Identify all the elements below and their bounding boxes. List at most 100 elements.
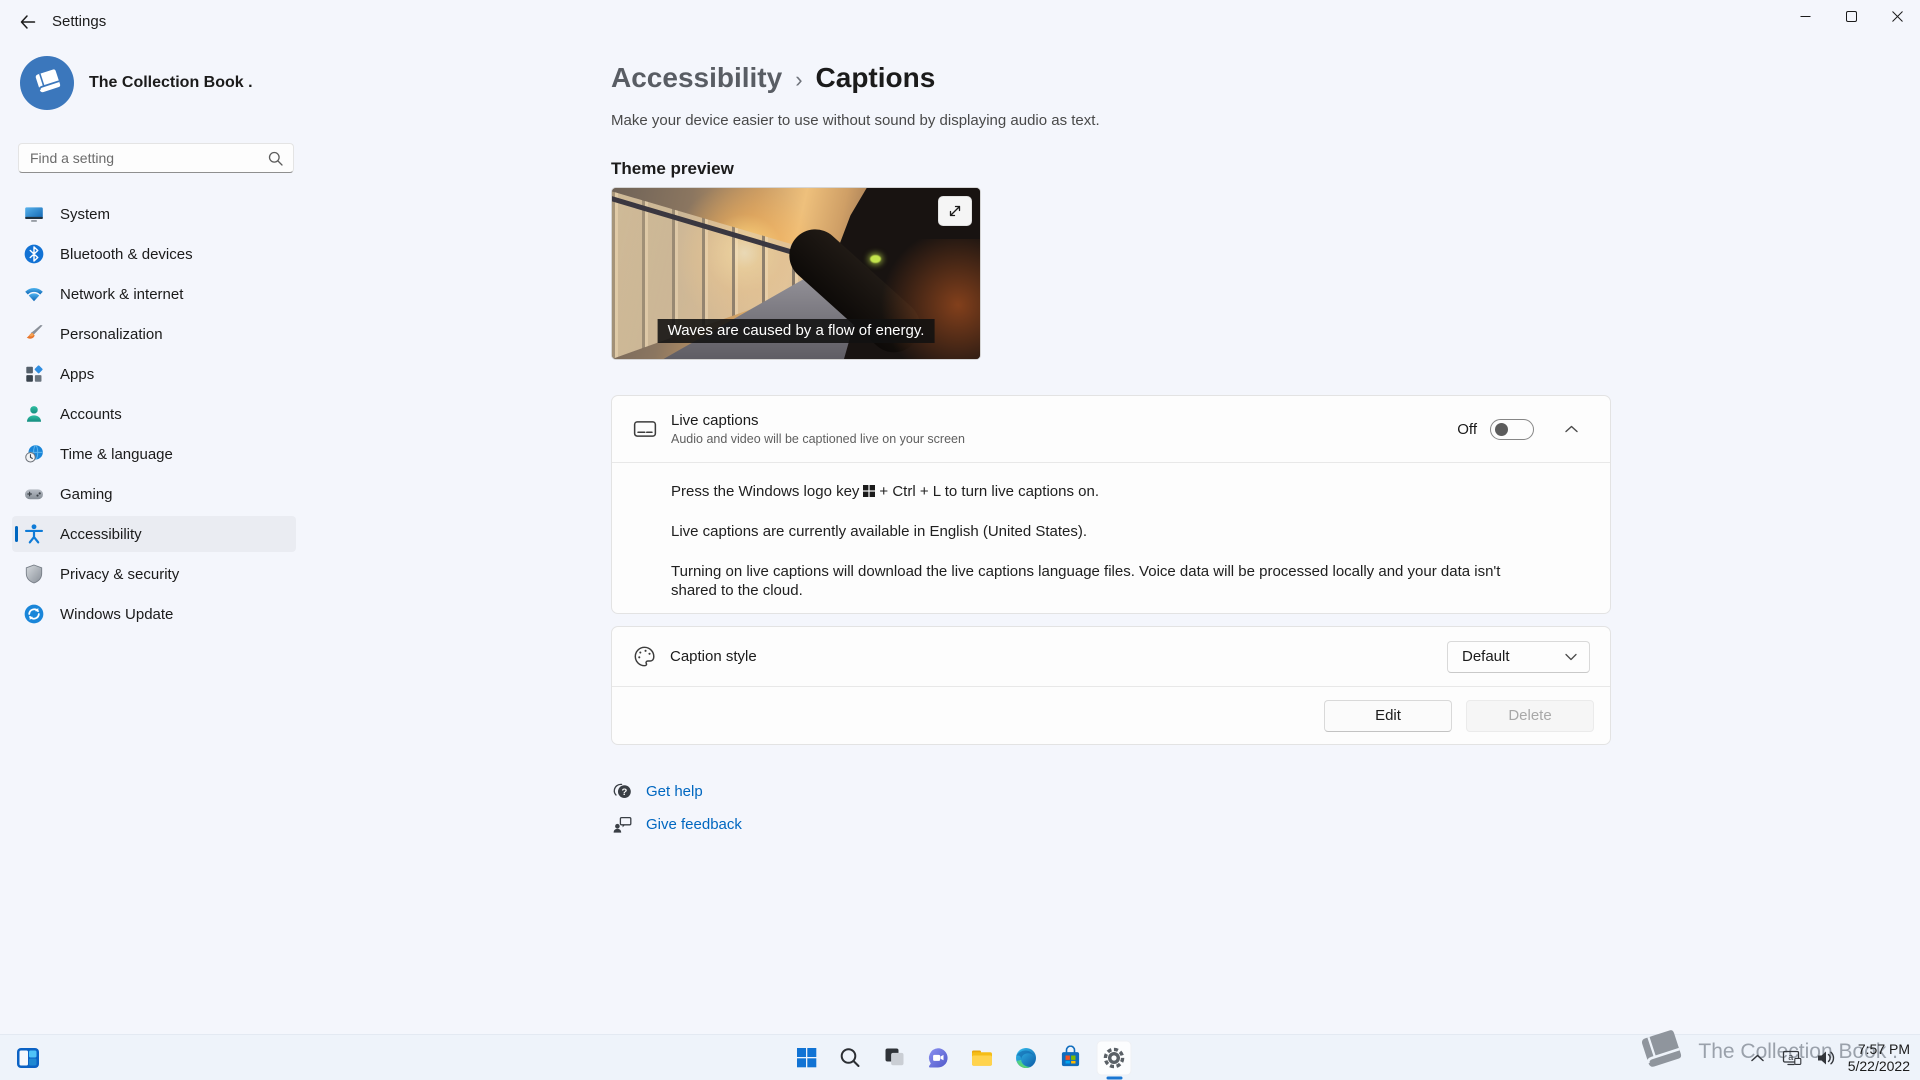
delete-button[interactable]: Delete — [1466, 700, 1594, 732]
start-icon — [794, 1046, 818, 1070]
sidebar-item-label: Apps — [60, 366, 94, 383]
tray-language-button[interactable]: a — [1780, 1044, 1804, 1072]
taskbar-center — [789, 1040, 1132, 1075]
expand-icon — [948, 204, 962, 218]
titlebar: Settings — [0, 0, 1920, 48]
live-captions-card: Live captions Audio and video will be ca… — [611, 395, 1611, 614]
sidebar-item-label: Gaming — [60, 486, 113, 503]
taskbar-clock[interactable]: 7:57 PM 5/22/2022 — [1848, 1041, 1910, 1075]
language-ime-icon: a — [1782, 1048, 1802, 1068]
chevron-down-icon — [1565, 653, 1577, 661]
sidebar-item-label: System — [60, 206, 110, 223]
sidebar-item-accounts[interactable]: Accounts — [12, 396, 296, 432]
apps-icon — [22, 362, 46, 386]
sidebar-item-network-internet[interactable]: Network & internet — [12, 276, 296, 312]
give-feedback-label: Give feedback — [646, 816, 742, 833]
give-feedback-icon — [611, 814, 633, 835]
search-box — [18, 143, 294, 173]
bluetooth-icon — [22, 242, 46, 266]
preview-lens-flare — [870, 255, 881, 263]
sidebar-item-label: Accessibility — [60, 526, 142, 543]
live-captions-titles: Live captions Audio and video will be ca… — [671, 412, 965, 446]
sidebar-item-system[interactable]: System — [12, 196, 296, 232]
back-arrow-icon — [19, 14, 36, 30]
sidebar-item-windows-update[interactable]: Windows Update — [12, 596, 296, 632]
language-info-text: Live captions are currently available in… — [671, 522, 1530, 541]
settings-gear-icon — [1102, 1045, 1127, 1070]
chat-icon — [926, 1045, 951, 1070]
speaker-icon — [1816, 1049, 1836, 1067]
windows-update-icon — [22, 602, 46, 626]
windows-logo-icon — [863, 485, 875, 497]
maximize-button[interactable] — [1828, 0, 1874, 32]
close-button[interactable] — [1874, 0, 1920, 32]
sidebar-item-label: Time & language — [60, 446, 173, 463]
microsoft-store-button[interactable] — [1053, 1040, 1088, 1075]
avatar — [20, 56, 74, 110]
edit-button[interactable]: Edit — [1324, 700, 1452, 732]
close-icon — [1892, 11, 1903, 22]
tray-chevron-button[interactable] — [1746, 1044, 1770, 1072]
taskbar-search-icon — [839, 1046, 862, 1069]
ime-letter: a — [1788, 1052, 1793, 1062]
settings-taskbar-button[interactable] — [1097, 1040, 1132, 1075]
toggle-knob — [1495, 423, 1508, 436]
sidebar-item-apps[interactable]: Apps — [12, 356, 296, 392]
get-help-label: Get help — [646, 783, 703, 800]
back-button[interactable] — [10, 7, 44, 37]
minimize-button[interactable] — [1782, 0, 1828, 32]
caption-style-title: Caption style — [670, 648, 757, 665]
live-captions-subtitle: Audio and video will be captioned live o… — [671, 432, 965, 446]
theme-preview-image: Waves are caused by a flow of energy. — [611, 187, 981, 360]
sidebar-item-label: Network & internet — [60, 286, 183, 303]
accounts-icon — [22, 402, 46, 426]
system-icon — [22, 202, 46, 226]
clock-time: 7:57 PM — [1848, 1041, 1910, 1058]
clock-date: 5/22/2022 — [1848, 1058, 1910, 1075]
personalization-icon — [22, 322, 46, 346]
user-profile[interactable]: The Collection Book . — [20, 56, 253, 110]
collapse-expander-button[interactable] — [1556, 414, 1586, 444]
file-explorer-icon — [970, 1045, 995, 1070]
get-help-link[interactable]: ? Get help — [611, 775, 703, 808]
taskbar: a 7:57 PM 5/22/2022 — [0, 1034, 1920, 1080]
sidebar-item-accessibility[interactable]: Accessibility — [12, 516, 296, 552]
live-captions-toggle[interactable] — [1490, 419, 1534, 440]
microsoft-store-icon — [1058, 1046, 1082, 1070]
tray-volume-button[interactable] — [1814, 1044, 1838, 1072]
sidebar-item-gaming[interactable]: Gaming — [12, 476, 296, 512]
tray-chevron-up-icon — [1751, 1054, 1764, 1062]
time-language-icon — [22, 442, 46, 466]
search-icon[interactable] — [268, 151, 283, 166]
task-view-button[interactable] — [877, 1040, 912, 1075]
privacy-security-icon — [22, 562, 46, 586]
minimize-icon — [1800, 11, 1811, 22]
expand-preview-button[interactable] — [938, 196, 972, 226]
network-icon — [22, 282, 46, 306]
sidebar-item-personalization[interactable]: Personalization — [12, 316, 296, 352]
caption-style-dropdown[interactable]: Default — [1447, 641, 1590, 673]
breadcrumb-parent[interactable]: Accessibility — [611, 62, 782, 94]
taskbar-search-button[interactable] — [833, 1040, 868, 1075]
shortcut-info-text: Press the Windows logo key+ Ctrl + L to … — [671, 482, 1530, 501]
caption-style-card: Caption style Default Edit Delete — [611, 626, 1611, 745]
sidebar: The Collection Book . System Bluetooth &… — [0, 48, 300, 1034]
chat-button[interactable] — [921, 1040, 956, 1075]
live-captions-title: Live captions — [671, 412, 965, 429]
sidebar-item-privacy-security[interactable]: Privacy & security — [12, 556, 296, 592]
sidebar-item-time-language[interactable]: Time & language — [12, 436, 296, 472]
widgets-button[interactable] — [14, 1044, 42, 1072]
page-description: Make your device easier to use without s… — [611, 112, 1611, 129]
sidebar-nav: System Bluetooth & devices Network & int… — [12, 196, 296, 636]
main-content: Accessibility › Captions Make your devic… — [611, 48, 1611, 841]
give-feedback-link[interactable]: Give feedback — [611, 808, 742, 841]
sidebar-item-bluetooth-devices[interactable]: Bluetooth & devices — [12, 236, 296, 272]
search-input[interactable] — [19, 150, 268, 166]
edge-button[interactable] — [1009, 1040, 1044, 1075]
toggle-state-label: Off — [1457, 421, 1477, 438]
live-captions-header[interactable]: Live captions Audio and video will be ca… — [612, 396, 1610, 462]
start-button[interactable] — [789, 1040, 824, 1075]
chevron-up-icon — [1565, 425, 1578, 433]
file-explorer-button[interactable] — [965, 1040, 1000, 1075]
sidebar-item-label: Privacy & security — [60, 566, 179, 583]
